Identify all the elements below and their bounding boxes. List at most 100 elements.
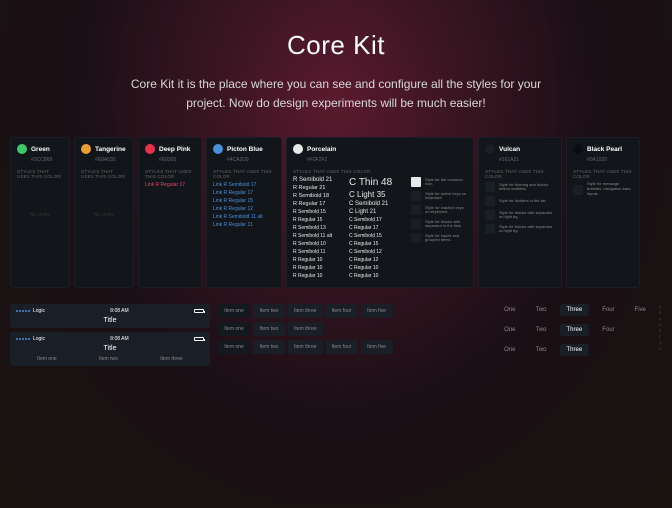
segment-item[interactable]: Item two (253, 322, 285, 336)
icon-style-row[interactable]: Style for dividers in the list. (485, 196, 555, 206)
style-link[interactable]: C Semibold 12 (349, 249, 405, 255)
style-link[interactable]: Link R Semibold 17 (213, 182, 275, 188)
color-card-tangerine[interactable]: Tangerine #E8A030 STYLES THAT USES THIS … (74, 137, 134, 288)
color-card-picton[interactable]: Picton Blue #4CA2D9 STYLES THAT USES THI… (206, 137, 282, 288)
segment-item[interactable]: Item three (288, 304, 323, 318)
style-icon (411, 219, 421, 229)
color-name: Black Pearl (587, 146, 622, 153)
style-link[interactable]: R Regular 17 (293, 201, 343, 207)
icon-style-row[interactable]: Style for the common icon. (411, 177, 467, 187)
segment-item[interactable]: Item four (326, 304, 358, 318)
style-link[interactable]: C Semibold 17 (349, 217, 405, 223)
icon-style-row[interactable]: Style for inputs and grouped items. (411, 233, 467, 243)
index-letter[interactable]: D (659, 322, 662, 327)
style-link[interactable]: C Light 35 (349, 190, 405, 199)
style-icon (485, 196, 495, 206)
segment-item[interactable]: Item three (288, 322, 323, 336)
color-card-green[interactable]: Green #3CC869 STYLES THAT USES THIS COLO… (10, 137, 70, 288)
navbar-tab[interactable]: Item two (99, 356, 118, 362)
icon-style-row[interactable]: Style for blocks with separator on light… (485, 210, 555, 220)
style-link[interactable]: R Regular 10 (293, 273, 343, 279)
style-link[interactable]: Link R Regular 17 (213, 190, 275, 196)
color-name: Deep Pink (159, 146, 190, 153)
navbar-preview-1[interactable]: Logic 8:08 AM Title (10, 304, 210, 328)
style-link[interactable]: Link R Regular 12 (213, 206, 275, 212)
style-link[interactable]: R Semibold 21 (293, 177, 343, 183)
index-letter[interactable]: C (659, 316, 662, 321)
style-link[interactable]: R Semibold 18 (293, 193, 343, 199)
style-link[interactable]: R Semibold 11 (293, 249, 343, 255)
style-link[interactable]: R Regular 10 (293, 265, 343, 271)
color-card-pink[interactable]: Deep Pink #E8305 STYLES THAT USES THIS C… (138, 137, 202, 288)
segment-item[interactable]: Item two (253, 340, 285, 354)
index-letter[interactable]: B (659, 310, 662, 315)
color-card-pearl[interactable]: Black Pearl #0A1020 STYLES THAT USES THI… (566, 137, 640, 288)
icon-style-row[interactable]: Style for blurring and blocks bellow bub… (485, 182, 555, 192)
style-link[interactable]: Link R Regular 15 (213, 198, 275, 204)
pill-item[interactable]: Three (560, 304, 590, 316)
index-letter[interactable]: H (659, 346, 662, 351)
index-letter[interactable]: G (659, 340, 662, 345)
style-icon (485, 182, 495, 192)
style-link[interactable]: Link R Semibold 11 alt (213, 214, 275, 220)
style-link[interactable]: R Semibold 10 (293, 241, 343, 247)
icon-style-row[interactable]: Style for blocks with separator on light… (485, 224, 555, 234)
color-swatch (293, 144, 303, 154)
pill-item[interactable]: Two (528, 304, 553, 316)
index-letter[interactable]: A (659, 304, 662, 309)
color-hex: #4CA2D9 (227, 157, 275, 163)
pill-item[interactable]: Four (595, 324, 621, 336)
index-letter[interactable]: F (659, 334, 662, 339)
style-link[interactable]: C Semibold 15 (349, 233, 405, 239)
color-hex: #161A21 (499, 157, 555, 163)
segment-item[interactable]: Item four (326, 340, 358, 354)
style-desc: Style for dividers in the list. (499, 199, 547, 204)
pill-item[interactable]: Two (528, 344, 553, 356)
style-link[interactable]: C Regular 17 (349, 225, 405, 231)
segment-item[interactable]: Item five (361, 304, 393, 318)
style-link[interactable]: C Regular 10 (349, 273, 405, 279)
segment-item[interactable]: Item two (253, 304, 285, 318)
segment-item[interactable]: Item three (288, 340, 323, 354)
style-link[interactable]: C Light 21 (349, 209, 405, 215)
navbar-tab[interactable]: Item three (160, 356, 183, 362)
icon-style-row[interactable]: Style for active keys on keyboard. (411, 191, 467, 201)
style-link[interactable]: C Semibold 21 (349, 201, 405, 207)
segment-item[interactable]: Item one (218, 340, 250, 354)
navbar-tab[interactable]: Item one (37, 356, 56, 362)
style-link[interactable]: R Regular 10 (293, 257, 343, 263)
pill-item[interactable]: One (497, 344, 522, 356)
pill-item[interactable]: Two (528, 324, 553, 336)
style-link[interactable]: Link R Regular 11 (213, 222, 275, 228)
index-letter[interactable]: E (659, 328, 662, 333)
icon-style-row[interactable]: Style for message bubbles, navigation ba… (573, 182, 633, 196)
pill-item[interactable]: Three (560, 324, 590, 336)
color-swatch (17, 144, 27, 154)
style-link[interactable]: R Regular 21 (293, 185, 343, 191)
style-link[interactable]: C Regular 10 (349, 265, 405, 271)
pill-item[interactable]: One (497, 324, 522, 336)
pill-item[interactable]: Three (560, 344, 590, 356)
style-link[interactable]: Link R Regular 17 (145, 182, 195, 188)
navbar-preview-2[interactable]: Logic 8:08 AM Title Item oneItem twoItem… (10, 332, 210, 366)
pill-item[interactable]: Four (595, 304, 621, 316)
style-link[interactable]: R Semibold 15 (293, 209, 343, 215)
style-link[interactable]: C Regular 12 (349, 257, 405, 263)
icon-style-row[interactable]: Style for inactive keys on keyboard. (411, 205, 467, 215)
battery-icon (194, 309, 204, 313)
style-link[interactable]: C Thin 48 (349, 177, 405, 188)
segment-item[interactable]: Item one (218, 304, 250, 318)
pill-item[interactable]: Five (628, 304, 653, 316)
carrier-label: Logic (33, 308, 45, 314)
style-link[interactable]: R Semibold 13 (293, 225, 343, 231)
no-styles-text: No styles (81, 182, 127, 248)
style-link[interactable]: R Semibold 11 alt (293, 233, 343, 239)
pill-item[interactable]: One (497, 304, 522, 316)
icon-style-row[interactable]: Style for blocks with separator in the l… (411, 219, 467, 229)
segment-item[interactable]: Item one (218, 322, 250, 336)
segment-item[interactable]: Item five (361, 340, 393, 354)
color-card-porcelain[interactable]: Porcelain #F0F2F2 STYLES THAT USES THIS … (286, 137, 474, 288)
style-link[interactable]: C Regular 15 (349, 241, 405, 247)
color-card-vulcan[interactable]: Vulcan #161A21 STYLES THAT USES THIS COL… (478, 137, 562, 288)
style-link[interactable]: R Regular 15 (293, 217, 343, 223)
